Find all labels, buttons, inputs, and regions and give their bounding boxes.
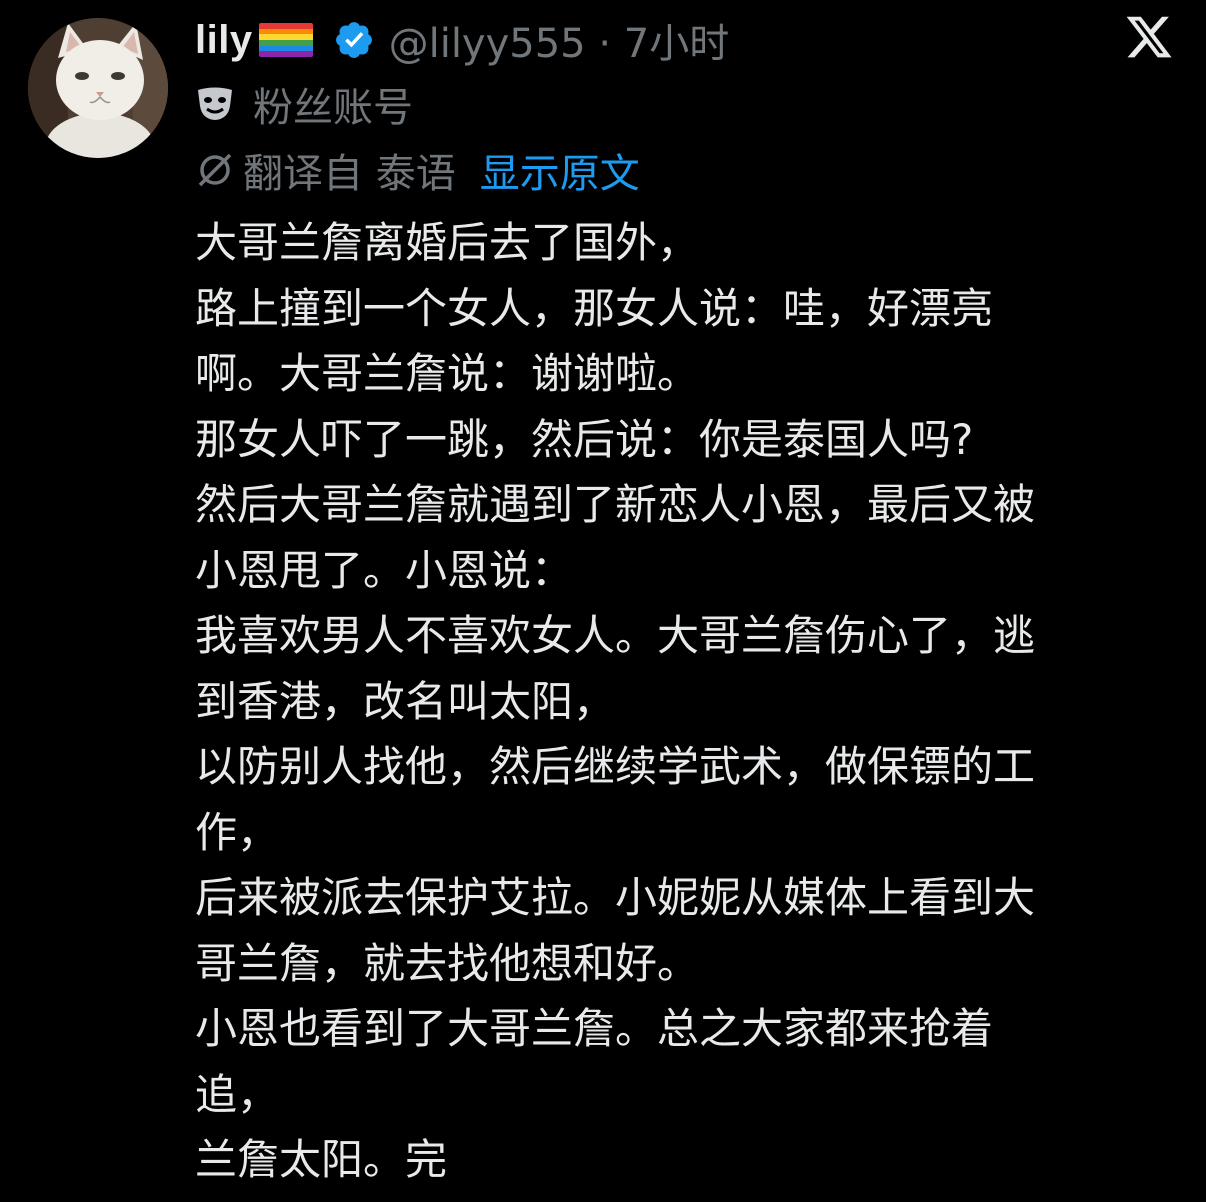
verified-badge-icon: [335, 22, 372, 58]
tweet-text-line: 然后大哥兰詹就遇到了新恋人小恩，最后又被: [195, 480, 1036, 529]
show-original-link[interactable]: 显示原文: [480, 141, 640, 199]
tweet-text-line: 追，: [195, 1069, 280, 1119]
theater-mask-icon: [198, 87, 232, 120]
tweet-text-line: 后来被派去保护艾拉。小妮妮从媒体上看到大: [195, 873, 1036, 922]
rainbow-flag-icon: [258, 23, 313, 57]
handle-and-time[interactable]: @lilyy555 · 7小时: [389, 11, 730, 69]
tweet-text-line: 到香港，改名叫太阳，: [195, 676, 616, 726]
tweet-text-line: 以防别人找他，然后继续学武术，做保镖的工: [195, 742, 1036, 791]
tweet-text-line: 啊。大哥兰詹说：谢谢啦。: [195, 349, 700, 398]
tweet-text-line: 作，: [195, 807, 280, 857]
tweet-text-line: 我喜欢男人不喜欢女人。大哥兰詹伤心了，逃: [195, 611, 1036, 660]
tweet-text: 大哥兰詹离婚后去了国外， 路上撞到一个女人，那女人说：哇，好漂亮 啊。大哥兰詹说…: [195, 210, 1185, 1193]
avatar[interactable]: [28, 18, 168, 158]
tweet-text-line: 那女人吓了一跳，然后说：你是泰国人吗?: [195, 414, 974, 464]
no-symbol-icon: [198, 153, 232, 187]
translated-from-label: 翻译自 泰语: [243, 151, 456, 197]
tweet-text-line: 哥兰詹，就去找他想和好。: [195, 938, 700, 988]
cat-avatar-image: [28, 18, 168, 158]
display-name[interactable]: lily: [195, 18, 253, 63]
tweet-text-line: 小恩也看到了大哥兰詹。总之大家都来抢着: [195, 1004, 994, 1053]
fan-account-label: 粉丝账号: [253, 85, 413, 131]
translation-row: 翻译自 泰语 显示原文: [195, 142, 640, 198]
tweet-text-line: 小恩甩了。小恩说：: [195, 545, 574, 595]
tweet-header: lily @lilyy555 · 7小时: [195, 12, 729, 68]
tweet-text-line: 大哥兰詹离婚后去了国外，: [195, 218, 700, 267]
tweet-text-line: 路上撞到一个女人，那女人说：哇，好漂亮: [195, 283, 994, 333]
account-label-row: 粉丝账号: [195, 76, 413, 132]
tweet-text-line: 兰詹太阳。完: [195, 1135, 448, 1184]
x-logo-icon[interactable]: [1124, 12, 1174, 62]
